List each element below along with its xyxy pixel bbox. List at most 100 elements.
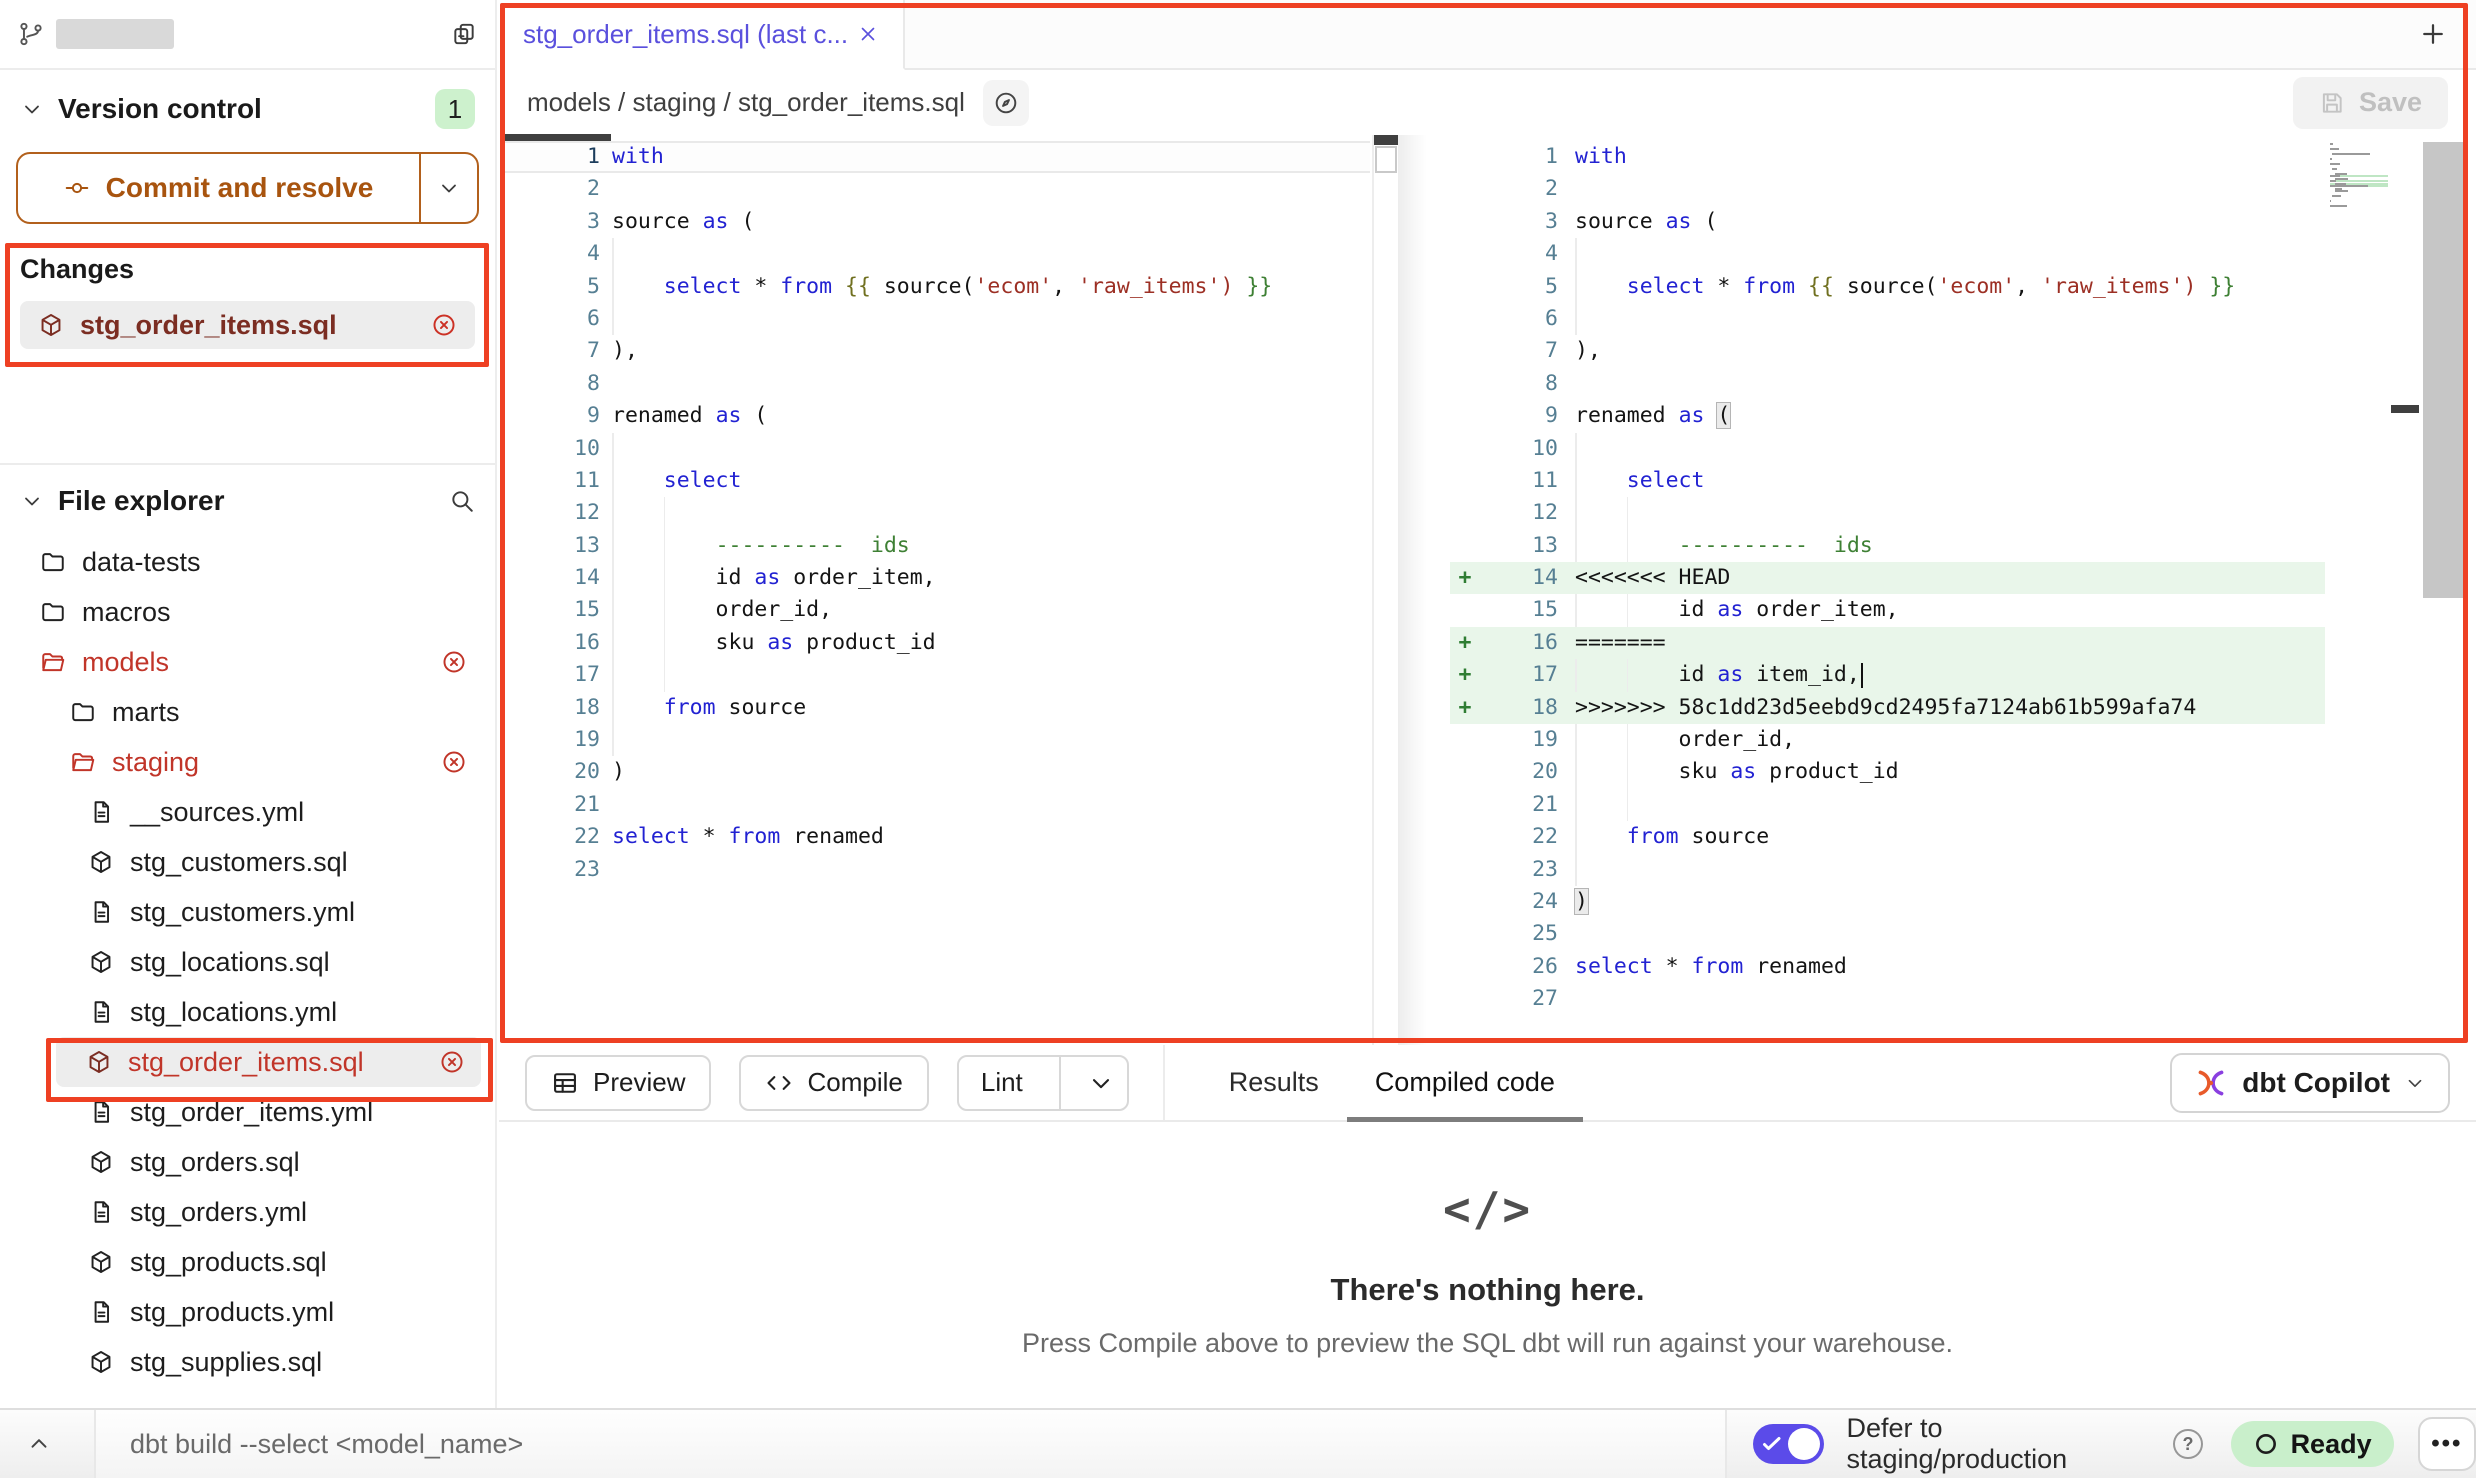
code-line[interactable]: 12 (1450, 497, 2325, 529)
lint-button[interactable]: Lint (957, 1055, 1129, 1111)
discard-icon[interactable] (441, 649, 467, 675)
folder-row-macros[interactable]: macros (0, 587, 495, 637)
code-line[interactable]: 27 (1450, 983, 2325, 1015)
code-line[interactable]: 4 (500, 238, 1370, 270)
tab-stg-order-items[interactable]: stg_order_items.sql (last c... (499, 0, 905, 70)
code-line[interactable]: 1with (1450, 141, 2325, 173)
code-line[interactable]: 3source as ( (1450, 206, 2325, 238)
defer-toggle[interactable] (1753, 1424, 1825, 1464)
file-row-stg_locations.yml[interactable]: stg_locations.yml (0, 987, 495, 1037)
code-line[interactable]: 16 sku as product_id (500, 627, 1370, 659)
code-line[interactable]: 24) (1450, 886, 2325, 918)
code-line[interactable]: 13 ---------- ids (1450, 530, 2325, 562)
file-row-stg_orders.sql[interactable]: stg_orders.sql (0, 1137, 495, 1187)
code-line[interactable]: 12 (500, 497, 1370, 529)
folder-row-data-tests[interactable]: data-tests (0, 537, 495, 587)
code-line[interactable]: 20 sku as product_id (1450, 756, 2325, 788)
code-line[interactable]: 17 (500, 659, 1370, 691)
code-line[interactable]: 4 (1450, 238, 2325, 270)
preview-button[interactable]: Preview (525, 1055, 711, 1111)
compile-button[interactable]: Compile (739, 1055, 928, 1111)
file-row-stg_order_items.yml[interactable]: stg_order_items.yml (0, 1087, 495, 1137)
code-line[interactable]: 14 id as order_item, (500, 562, 1370, 594)
code-line[interactable]: 11 select (500, 465, 1370, 497)
command-input[interactable]: dbt build --select <model_name> (94, 1410, 1727, 1478)
file-row-stg_orders.yml[interactable]: stg_orders.yml (0, 1187, 495, 1237)
scrollbar-thumb[interactable] (1375, 146, 1397, 173)
right-editor-scrollbar[interactable] (2423, 142, 2466, 598)
code-line[interactable]: 15 id as order_item, (1450, 594, 2325, 626)
code-line[interactable]: 2 (500, 173, 1370, 205)
code-line[interactable]: 18 from source (500, 692, 1370, 724)
commit-and-resolve-button[interactable]: Commit and resolve (16, 152, 479, 224)
code-line[interactable]: 22select * from renamed (500, 821, 1370, 853)
editor-pane-right[interactable]: 1with23source as (45 select * from {{ so… (1450, 135, 2476, 1045)
code-line[interactable]: 22 from source (1450, 821, 2325, 853)
code-line[interactable]: 3source as ( (500, 206, 1370, 238)
version-control-header[interactable]: Version control 1 (0, 70, 495, 148)
code-line[interactable]: 26select * from renamed (1450, 951, 2325, 983)
file-row-stg_order_items.sql[interactable]: stg_order_items.sql (56, 1037, 481, 1087)
left-editor-scrollbar[interactable] (1372, 135, 1398, 1045)
file-row-stg_customers.yml[interactable]: stg_customers.yml (0, 887, 495, 937)
chevron-down-icon[interactable] (20, 97, 44, 121)
search-icon[interactable] (449, 488, 475, 514)
code-line[interactable]: 5 select * from {{ source('ecom', 'raw_i… (500, 271, 1370, 303)
ready-status-badge[interactable]: Ready (2231, 1421, 2394, 1467)
code-line[interactable]: 10 (500, 433, 1370, 465)
tab-compiled-code[interactable]: Compiled code (1347, 1045, 1583, 1120)
code-line[interactable]: 13 ---------- ids (500, 530, 1370, 562)
discard-icon[interactable] (431, 312, 457, 338)
folder-row-staging[interactable]: staging (0, 737, 495, 787)
code-line[interactable]: 8 (1450, 368, 2325, 400)
code-line[interactable]: 23 (1450, 854, 2325, 886)
code-line[interactable]: 19 (500, 724, 1370, 756)
code-line[interactable]: +18>>>>>>> 58c1dd23d5eebd9cd2495fa7124ab… (1450, 692, 2325, 724)
code-line[interactable]: 5 select * from {{ source('ecom', 'raw_i… (1450, 271, 2325, 303)
code-line[interactable]: 7), (1450, 335, 2325, 367)
lineage-button[interactable] (983, 80, 1029, 126)
file-row-stg_locations.sql[interactable]: stg_locations.sql (0, 937, 495, 987)
code-line[interactable]: 23 (500, 854, 1370, 886)
folder-row-marts[interactable]: marts (0, 687, 495, 737)
code-line[interactable]: 25 (1450, 918, 2325, 950)
code-line[interactable]: 10 (1450, 433, 2325, 465)
code-line[interactable]: 9renamed as ( (1450, 400, 2325, 432)
code-line[interactable]: 2 (1450, 173, 2325, 205)
code-line[interactable]: +14<<<<<<< HEAD (1450, 562, 2325, 594)
file-row-stg_supplies.sql[interactable]: stg_supplies.sql (0, 1337, 495, 1387)
code-line[interactable]: 21 (500, 789, 1370, 821)
file-explorer-header[interactable]: File explorer (0, 465, 495, 537)
code-line[interactable]: 8 (500, 368, 1370, 400)
file-row-stg_customers.sql[interactable]: stg_customers.sql (0, 837, 495, 887)
copy-icon[interactable] (451, 21, 477, 47)
code-line[interactable]: 11 select (1450, 465, 2325, 497)
discard-icon[interactable] (439, 1049, 465, 1075)
folder-row-models[interactable]: models (0, 637, 495, 687)
changed-file-row[interactable]: stg_order_items.sql (20, 301, 475, 349)
more-options-button[interactable]: ••• (2418, 1417, 2476, 1471)
dbt-copilot-button[interactable]: dbt Copilot (2170, 1053, 2450, 1113)
editor-pane-left[interactable]: 1with23source as (45 select * from {{ so… (500, 135, 1398, 1045)
minimap[interactable] (2330, 143, 2388, 210)
tab-results[interactable]: Results (1201, 1045, 1347, 1120)
code-line[interactable]: 6 (500, 303, 1370, 335)
file-row-stg_products.sql[interactable]: stg_products.sql (0, 1237, 495, 1287)
code-line[interactable]: 15 order_id, (500, 594, 1370, 626)
close-icon[interactable] (857, 23, 879, 45)
discard-icon[interactable] (441, 749, 467, 775)
commit-dropdown-button[interactable] (421, 154, 477, 222)
code-line[interactable]: 9renamed as ( (500, 400, 1370, 432)
file-row-__sources.yml[interactable]: __sources.yml (0, 787, 495, 837)
code-line[interactable]: 21 (1450, 789, 2325, 821)
help-icon[interactable]: ? (2173, 1429, 2202, 1459)
code-line[interactable]: 19 order_id, (1450, 724, 2325, 756)
chevron-down-icon[interactable] (20, 489, 44, 513)
code-line[interactable]: 6 (1450, 303, 2325, 335)
new-tab-icon[interactable] (2418, 19, 2448, 49)
code-line[interactable]: +17 id as item_id, (1450, 659, 2325, 691)
code-line[interactable]: 7), (500, 335, 1370, 367)
file-row-stg_products.yml[interactable]: stg_products.yml (0, 1287, 495, 1337)
lint-dropdown-button[interactable] (1075, 1057, 1127, 1109)
save-button[interactable]: Save (2293, 77, 2448, 129)
